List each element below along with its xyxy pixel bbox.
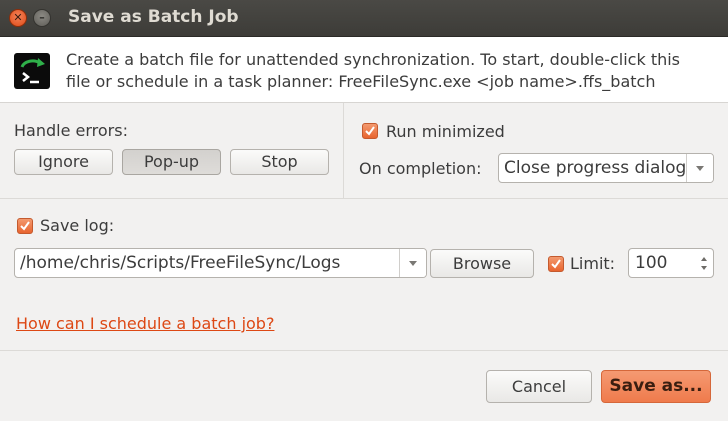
log-path-value: /home/chris/Scripts/FreeFileSync/Logs <box>20 253 341 273</box>
info-header: Create a batch file for unattended synch… <box>0 37 728 103</box>
on-completion-label: On completion: <box>359 159 482 178</box>
limit-value: 100 <box>635 253 668 273</box>
handle-errors-label: Handle errors: <box>14 121 128 140</box>
run-minimized-label: Run minimized <box>386 122 505 141</box>
log-path-combo[interactable]: /home/chris/Scripts/FreeFileSync/Logs <box>14 248 427 278</box>
header-line-1: Create a batch file for unattended synch… <box>66 50 681 69</box>
save-as-button[interactable]: Save as... <box>601 370 711 403</box>
ignore-button[interactable]: Ignore <box>14 149 113 175</box>
browse-button[interactable]: Browse <box>430 249 534 278</box>
chevron-down-icon[interactable] <box>399 249 426 277</box>
run-minimized-checkbox[interactable] <box>362 123 378 139</box>
save-log-checkbox[interactable] <box>17 218 33 234</box>
cancel-button[interactable]: Cancel <box>486 370 592 403</box>
minimize-icon[interactable]: – <box>33 9 51 27</box>
limit-label: Limit: <box>570 254 616 273</box>
save-log-label: Save log: <box>40 216 115 235</box>
on-completion-select[interactable]: Close progress dialog <box>498 153 714 183</box>
divider-2 <box>0 350 728 351</box>
header-line-2: file or schedule in a task planner: Free… <box>66 72 656 91</box>
popup-button[interactable]: Pop-up <box>122 149 221 175</box>
spin-down-icon[interactable] <box>701 266 707 270</box>
limit-checkbox[interactable] <box>548 256 564 272</box>
section-divider <box>343 103 344 198</box>
stop-button[interactable]: Stop <box>230 149 329 175</box>
chevron-down-icon[interactable] <box>686 154 713 182</box>
header-description: Create a batch file for unattended synch… <box>66 49 726 93</box>
on-completion-value: Close progress dialog <box>504 158 687 178</box>
terminal-sync-icon <box>14 53 50 89</box>
close-icon[interactable]: ✕ <box>9 9 27 27</box>
title-bar: ✕ – Save as Batch Job <box>0 0 728 37</box>
window-title: Save as Batch Job <box>68 7 239 27</box>
divider-1 <box>0 198 728 199</box>
limit-spinbox[interactable]: 100 <box>628 248 714 278</box>
schedule-help-link[interactable]: How can I schedule a batch job? <box>16 314 274 333</box>
spin-up-icon[interactable] <box>701 257 707 261</box>
